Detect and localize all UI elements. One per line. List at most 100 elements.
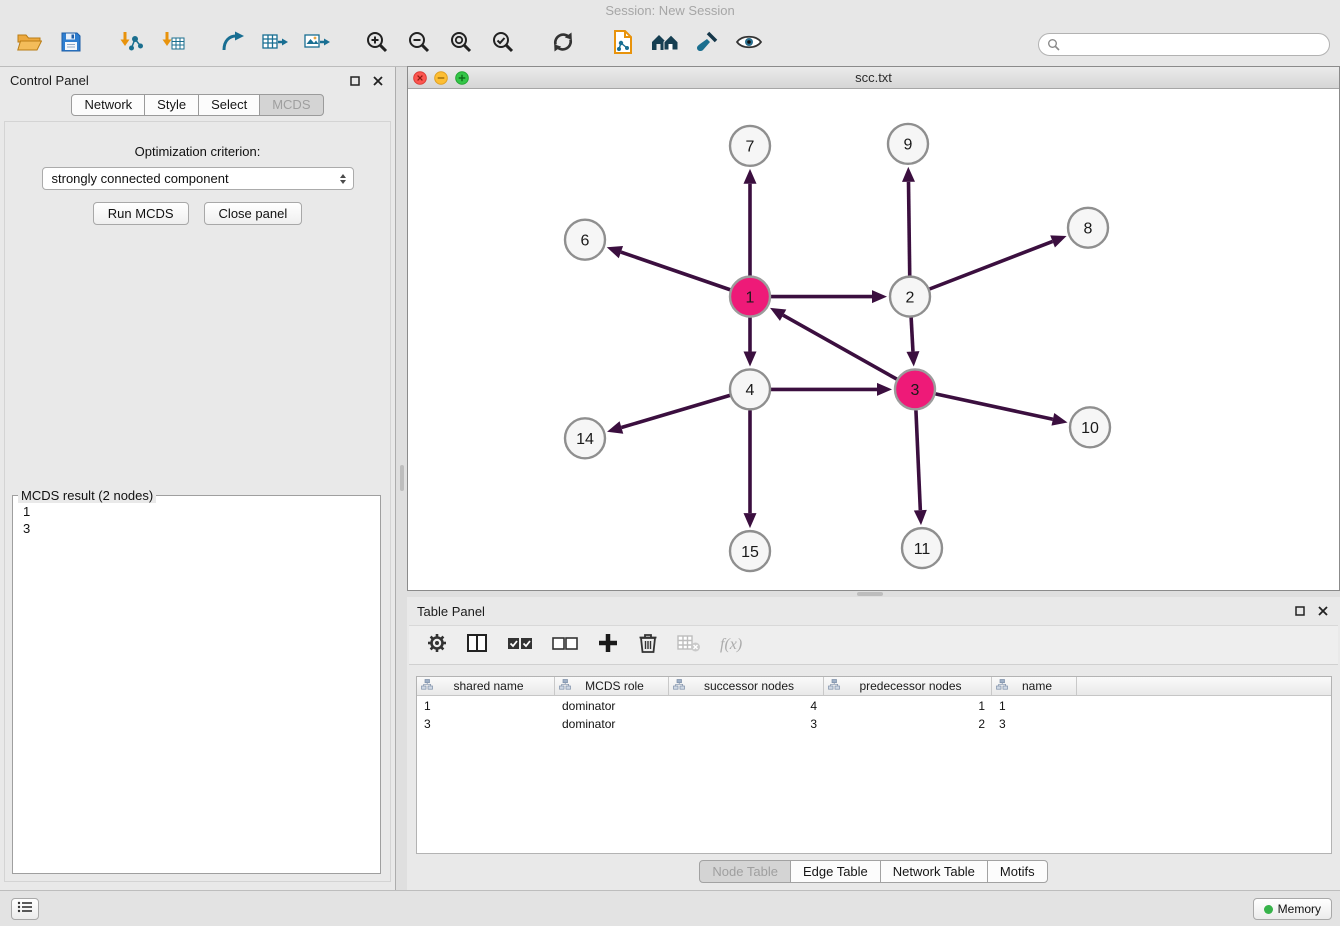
cell-mcds-role[interactable]: dominator — [555, 699, 669, 713]
float-table-panel-icon[interactable] — [1293, 604, 1307, 618]
delete-table-button[interactable] — [677, 633, 701, 658]
graph-edge-3-10[interactable] — [936, 394, 1068, 426]
export-network-button[interactable] — [212, 26, 254, 62]
close-table-panel-icon[interactable] — [1316, 604, 1330, 618]
cell-predecessor-nodes[interactable]: 1 — [824, 699, 992, 713]
home-panels-button[interactable] — [644, 26, 686, 62]
tab-mcds[interactable]: MCDS — [259, 94, 323, 116]
minimize-window-icon[interactable] — [435, 71, 448, 84]
cell-successor-nodes[interactable]: 4 — [669, 699, 824, 713]
add-column-button[interactable] — [597, 632, 619, 659]
import-network-button[interactable] — [110, 26, 152, 62]
graph-edge-1-2[interactable] — [771, 290, 887, 303]
graph-node-1[interactable]: 1 — [730, 277, 770, 317]
graph-node-4[interactable]: 4 — [730, 369, 770, 409]
tab-select[interactable]: Select — [198, 94, 260, 116]
network-from-selection-button[interactable] — [602, 26, 644, 62]
graph-edge-4-14[interactable] — [607, 395, 730, 433]
graph-node-15[interactable]: 15 — [730, 531, 770, 571]
deselect-all-columns-button[interactable] — [552, 634, 578, 657]
graph-edge-1-4[interactable] — [744, 318, 757, 367]
show-columns-button[interactable] — [466, 633, 488, 658]
tab-node-table[interactable]: Node Table — [699, 860, 791, 883]
horizontal-splitter-handle[interactable] — [857, 592, 883, 596]
zoom-out-button[interactable] — [398, 26, 440, 62]
table-settings-button[interactable] — [427, 633, 447, 658]
close-panel-button[interactable]: Close panel — [204, 202, 303, 225]
select-all-columns-button[interactable] — [507, 634, 533, 657]
graph-node-10[interactable]: 10 — [1070, 407, 1110, 447]
graph-node-3[interactable]: 3 — [895, 369, 935, 409]
graph-edge-4-15[interactable] — [744, 410, 757, 528]
export-table-button[interactable] — [254, 26, 296, 62]
tab-style[interactable]: Style — [144, 94, 199, 116]
tab-motifs[interactable]: Motifs — [987, 860, 1048, 883]
graph-node-8[interactable]: 8 — [1068, 208, 1108, 248]
function-builder-button[interactable]: f(x) — [720, 636, 742, 654]
zoom-fit-button[interactable] — [440, 26, 482, 62]
cell-successor-nodes[interactable]: 3 — [669, 717, 824, 731]
zoom-in-button[interactable] — [356, 26, 398, 62]
control-panel-tabs: Network Style Select MCDS — [0, 94, 395, 116]
refresh-button[interactable] — [542, 26, 584, 62]
graph-edge-4-3[interactable] — [771, 383, 892, 396]
cell-shared-name[interactable]: 3 — [417, 717, 555, 731]
table-row[interactable]: 1 dominator 4 1 1 — [417, 698, 1331, 714]
style-brush-button[interactable] — [686, 26, 728, 62]
graphics-details-button[interactable] — [728, 26, 770, 62]
column-header-successor-nodes[interactable]: successor nodes — [669, 677, 824, 695]
zoom-selected-button[interactable] — [482, 26, 524, 62]
graph-node-14[interactable]: 14 — [565, 418, 605, 458]
export-image-button[interactable] — [296, 26, 338, 62]
graph-node-2[interactable]: 2 — [890, 277, 930, 317]
mcds-result-line: 3 — [23, 520, 370, 537]
graph-edge-2-9[interactable] — [902, 167, 915, 276]
tab-network-table[interactable]: Network Table — [880, 860, 988, 883]
tab-network[interactable]: Network — [71, 94, 145, 116]
run-mcds-button[interactable]: Run MCDS — [93, 202, 189, 225]
float-panel-icon[interactable] — [348, 74, 362, 88]
close-window-icon[interactable] — [414, 71, 427, 84]
cell-name[interactable]: 3 — [992, 717, 1077, 731]
column-header-name[interactable]: name — [992, 677, 1077, 695]
vertical-splitter-handle[interactable] — [400, 465, 404, 491]
refresh-icon — [550, 30, 576, 59]
tab-edge-table[interactable]: Edge Table — [790, 860, 881, 883]
table-row[interactable]: 3 dominator 3 2 3 — [417, 716, 1331, 732]
maximize-window-icon[interactable] — [456, 71, 469, 84]
graph-edge-3-11[interactable] — [914, 410, 927, 525]
search-input[interactable] — [1038, 33, 1330, 56]
import-table-button[interactable] — [152, 26, 194, 62]
graph-edge-2-3[interactable] — [906, 318, 919, 367]
select-all-icon — [507, 634, 533, 657]
graph-edge-2-8[interactable] — [930, 235, 1067, 289]
column-header-mcds-role[interactable]: MCDS role — [555, 677, 669, 695]
graph-node-7[interactable]: 7 — [730, 126, 770, 166]
graph-node-9[interactable]: 9 — [888, 124, 928, 164]
graph-node-11[interactable]: 11 — [902, 528, 942, 568]
control-panel: Control Panel Network Style Select MCDS … — [0, 67, 396, 890]
vertical-splitter[interactable] — [397, 67, 407, 890]
control-panel-title: Control Panel — [10, 73, 89, 88]
cell-name[interactable]: 1 — [992, 699, 1077, 713]
graph-edge-1-6[interactable] — [607, 246, 730, 290]
open-session-button[interactable] — [8, 26, 50, 62]
column-header-shared-name[interactable]: shared name — [417, 677, 555, 695]
graph-edge-3-1[interactable] — [770, 308, 897, 379]
search-container — [1038, 33, 1330, 56]
graph-node-6[interactable]: 6 — [565, 220, 605, 260]
delete-column-button[interactable] — [638, 632, 658, 659]
optimization-criterion-select[interactable]: strongly connected component — [42, 167, 354, 190]
cell-predecessor-nodes[interactable]: 2 — [824, 717, 992, 731]
network-canvas[interactable]: 7 9 6 8 1 2 4 3 14 10 15 11 — [408, 89, 1339, 590]
document-network-icon — [611, 29, 635, 60]
cell-shared-name[interactable]: 1 — [417, 699, 555, 713]
close-panel-icon[interactable] — [371, 74, 385, 88]
graph-edge-1-7[interactable] — [744, 169, 757, 276]
memory-button[interactable]: Memory — [1253, 898, 1332, 920]
save-session-button[interactable] — [50, 26, 92, 62]
node-table: shared name MCDS role successor nodes pr… — [416, 676, 1332, 854]
column-header-predecessor-nodes[interactable]: predecessor nodes — [824, 677, 992, 695]
show-panels-button[interactable] — [11, 898, 39, 920]
cell-mcds-role[interactable]: dominator — [555, 717, 669, 731]
